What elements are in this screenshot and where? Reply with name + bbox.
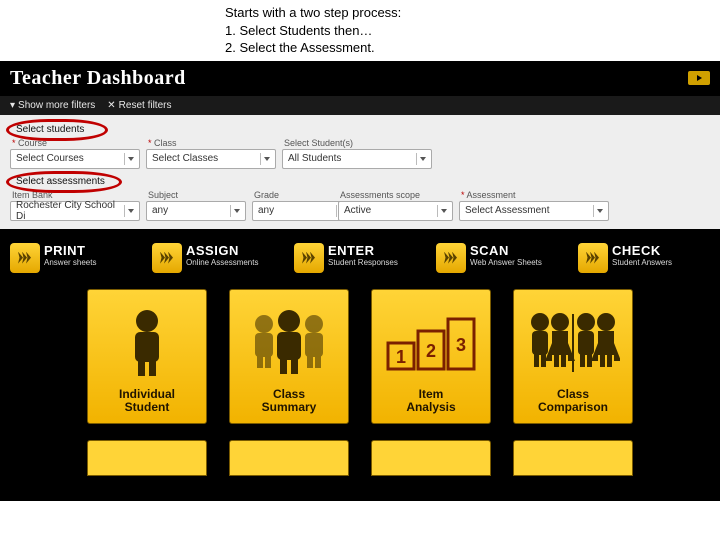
individual-student-tile[interactable]: IndividualStudent xyxy=(87,289,207,424)
course-dropdown[interactable]: Select Courses xyxy=(10,149,140,169)
page-title: Teacher Dashboard xyxy=(10,67,186,90)
svg-text:3: 3 xyxy=(456,335,466,355)
grade-value: any xyxy=(258,205,274,216)
print-sub: Answer sheets xyxy=(44,258,96,267)
class-label: Class xyxy=(148,138,276,148)
class-dropdown[interactable]: Select Classes xyxy=(146,149,276,169)
report-tile-partial[interactable] xyxy=(229,440,349,476)
select-students-heading: Select students xyxy=(12,123,88,136)
reset-filters-label: Reset filters xyxy=(119,100,172,111)
tile-label: IndividualStudent xyxy=(119,388,175,414)
tile-label: ClassComparison xyxy=(538,388,608,414)
scope-value: Active xyxy=(344,205,371,216)
scan-action[interactable]: SCANWeb Answer Sheets xyxy=(436,243,568,273)
select-assessments-heading: Select assessments xyxy=(12,175,109,188)
svg-text:1: 1 xyxy=(396,347,406,367)
people-compare-icon xyxy=(524,300,622,387)
chevron-down-icon xyxy=(260,153,272,165)
reset-filters[interactable]: ✕ Reset filters xyxy=(107,100,171,111)
itembank-value: Rochester City School Di xyxy=(16,200,123,222)
subject-value: any xyxy=(152,205,168,216)
students-value: All Students xyxy=(288,153,341,164)
titlebar: Teacher Dashboard xyxy=(0,61,720,96)
close-icon: ✕ xyxy=(107,100,115,111)
chevron-down-icon xyxy=(437,205,449,217)
tile-label: ItemAnalysis xyxy=(406,388,455,414)
caption-line1: Starts with a two step process: xyxy=(225,4,720,22)
teacher-dashboard-app: Teacher Dashboard ▾Show more filters ✕ Re… xyxy=(0,61,720,501)
scan-sub: Web Answer Sheets xyxy=(470,258,542,267)
class-comparison-tile[interactable]: ClassComparison xyxy=(513,289,633,424)
chevron-icon xyxy=(436,243,466,273)
print-title: PRINT xyxy=(44,243,96,258)
subject-dropdown[interactable]: any xyxy=(146,201,246,221)
students-dropdown[interactable]: All Students xyxy=(282,149,432,169)
person-icon xyxy=(98,300,196,387)
scope-label: Assessments scope xyxy=(340,190,453,200)
filters-bar: ▾Show more filters ✕ Reset filters xyxy=(0,96,720,115)
assessment-value: Select Assessment xyxy=(465,205,549,216)
people-group-icon xyxy=(240,300,338,387)
grade-dropdown[interactable]: any xyxy=(252,201,352,221)
assign-action[interactable]: ASSIGNOnline Assessments xyxy=(152,243,284,273)
show-more-filters[interactable]: ▾Show more filters xyxy=(10,100,95,111)
course-label: Course xyxy=(12,138,140,148)
itembank-label: Item Bank xyxy=(12,190,140,200)
check-sub: Student Answers xyxy=(612,258,672,267)
instruction-caption: Starts with a two step process: 1. Selec… xyxy=(0,0,720,61)
item-analysis-tile[interactable]: 1 2 3 ItemAnalysis xyxy=(371,289,491,424)
assign-title: ASSIGN xyxy=(186,243,258,258)
scan-title: SCAN xyxy=(470,243,542,258)
check-action[interactable]: CHECKStudent Answers xyxy=(578,243,710,273)
itembank-dropdown[interactable]: Rochester City School Di xyxy=(10,201,140,221)
print-action[interactable]: PRINTAnswer sheets xyxy=(10,243,142,273)
subject-label: Subject xyxy=(148,190,246,200)
show-more-filters-label: Show more filters xyxy=(18,100,95,111)
chevron-down-icon xyxy=(416,153,428,165)
chevron-icon xyxy=(10,243,40,273)
students-label: Select Student(s) xyxy=(284,138,432,148)
chevron-icon xyxy=(578,243,608,273)
grade-label: Grade xyxy=(254,190,332,200)
filter-icon: ▾ xyxy=(10,100,15,111)
scope-dropdown[interactable]: Active xyxy=(338,201,453,221)
course-value: Select Courses xyxy=(16,153,84,164)
assessment-label: Assessment xyxy=(461,190,609,200)
tile-label: ClassSummary xyxy=(262,388,317,414)
assign-sub: Online Assessments xyxy=(186,258,258,267)
chevron-down-icon xyxy=(230,205,242,217)
filter-panel: Select students Course Select Courses Cl… xyxy=(0,115,720,229)
youtube-icon[interactable] xyxy=(688,71,710,85)
enter-action[interactable]: ENTERStudent Responses xyxy=(294,243,426,273)
caption-line3: 2. Select the Assessment. xyxy=(225,39,720,57)
chevron-down-icon xyxy=(124,153,136,165)
report-tile-partial[interactable] xyxy=(513,440,633,476)
class-summary-tile[interactable]: ClassSummary xyxy=(229,289,349,424)
svg-text:2: 2 xyxy=(426,341,436,361)
enter-sub: Student Responses xyxy=(328,258,398,267)
select-assessments-text: Select assessments xyxy=(16,176,105,187)
class-value: Select Classes xyxy=(152,153,218,164)
partial-tile-row xyxy=(0,434,720,476)
report-tiles: IndividualStudent ClassSummary 1 2 3 Ite… xyxy=(0,279,720,434)
students-fields: Course Select Courses Class Select Class… xyxy=(10,138,710,169)
assessment-dropdown[interactable]: Select Assessment xyxy=(459,201,609,221)
assessments-fields: Item Bank Rochester City School Di Subje… xyxy=(10,190,710,221)
numbered-boxes-icon: 1 2 3 xyxy=(382,300,480,387)
caption-line2: 1. Select Students then… xyxy=(225,22,720,40)
report-tile-partial[interactable] xyxy=(87,440,207,476)
chevron-icon xyxy=(152,243,182,273)
report-tile-partial[interactable] xyxy=(371,440,491,476)
action-row: PRINTAnswer sheets ASSIGNOnline Assessme… xyxy=(0,229,720,279)
chevron-down-icon xyxy=(124,205,136,217)
check-title: CHECK xyxy=(612,243,672,258)
chevron-down-icon xyxy=(593,205,605,217)
enter-title: ENTER xyxy=(328,243,398,258)
chevron-icon xyxy=(294,243,324,273)
select-students-text: Select students xyxy=(16,124,84,135)
